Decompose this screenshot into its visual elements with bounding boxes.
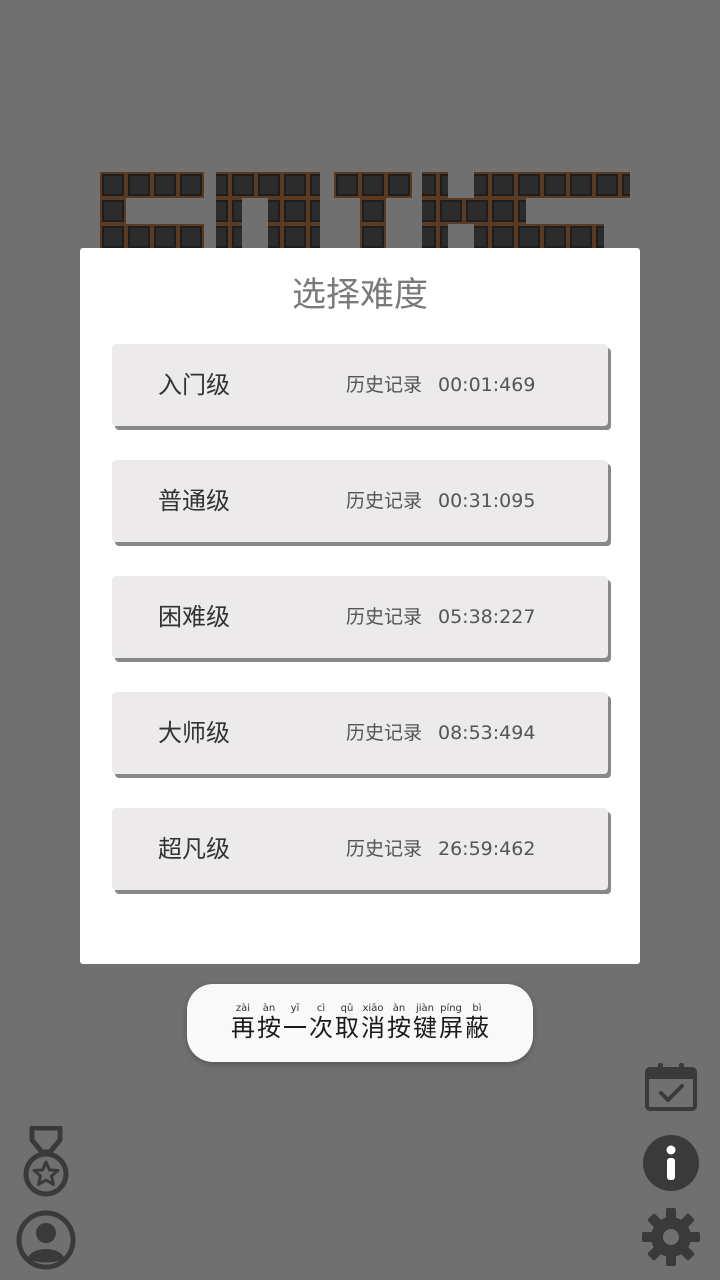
level-extraordinary-button[interactable]: 超凡级 历史记录 26:59:462 xyxy=(112,808,608,890)
record-label: 历史记录 xyxy=(346,374,423,396)
level-master-button[interactable]: 大师级 历史记录 08:53:494 xyxy=(112,692,608,774)
gear-icon[interactable] xyxy=(640,1206,702,1268)
level-name: 入门级 xyxy=(158,371,230,399)
toast-char: 再zài xyxy=(231,1003,255,1042)
toast-message: 再zài 按àn 一yī 次cì 取qǔ 消xiāo 按àn 键jiàn 屏pí… xyxy=(187,984,533,1062)
app-screen: 选择难度 入门级 历史记录 00:01:469 普通级 历史记录 00:31:0… xyxy=(0,0,720,1280)
info-icon[interactable] xyxy=(642,1134,700,1192)
level-name: 普通级 xyxy=(158,487,230,515)
level-beginner-button[interactable]: 入门级 历史记录 00:01:469 xyxy=(112,344,608,426)
level-name: 超凡级 xyxy=(158,835,230,863)
toast-char: 一yī xyxy=(283,1003,307,1042)
toast-text: 再zài 按àn 一yī 次cì 取qǔ 消xiāo 按àn 键jiàn 屏pí… xyxy=(187,984,533,1062)
user-profile-icon[interactable] xyxy=(16,1210,76,1270)
toast-char: 按àn xyxy=(387,1003,411,1042)
record-label: 历史记录 xyxy=(346,838,423,860)
level-name: 困难级 xyxy=(158,603,230,631)
record-time: 08:53:494 xyxy=(438,722,536,744)
game-logo xyxy=(100,172,630,252)
calendar-check-icon[interactable] xyxy=(644,1062,698,1112)
toast-char: 蔽bì xyxy=(465,1003,489,1042)
medal-star-icon[interactable] xyxy=(20,1126,72,1198)
level-name: 大师级 xyxy=(158,719,230,747)
record-label: 历史记录 xyxy=(346,722,423,744)
toast-char: 键jiàn xyxy=(413,1003,437,1042)
record-time: 05:38:227 xyxy=(438,606,536,628)
record-label: 历史记录 xyxy=(346,490,423,512)
toast-char: 消xiāo xyxy=(361,1003,385,1042)
record-time: 26:59:462 xyxy=(438,838,536,860)
dialog-title: 选择难度 xyxy=(292,275,428,315)
toast-char: 按àn xyxy=(257,1003,281,1042)
toast-char: 屏píng xyxy=(439,1003,463,1042)
record-time: 00:01:469 xyxy=(438,374,536,396)
record-label: 历史记录 xyxy=(346,606,423,628)
toast-char: 次cì xyxy=(309,1003,333,1042)
level-normal-button[interactable]: 普通级 历史记录 00:31:095 xyxy=(112,460,608,542)
toast-char: 取qǔ xyxy=(335,1003,359,1042)
level-hard-button[interactable]: 困难级 历史记录 05:38:227 xyxy=(112,576,608,658)
record-time: 00:31:095 xyxy=(438,490,536,512)
